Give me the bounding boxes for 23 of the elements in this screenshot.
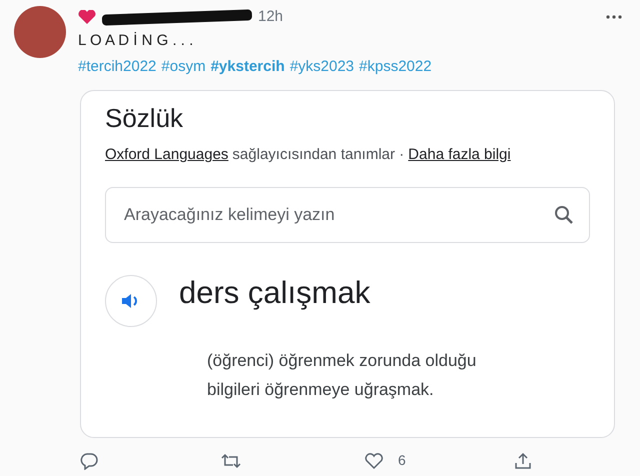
dictionary-word: ders çalışmak (179, 274, 370, 312)
word-definition: (öğrenci) öğrenmek zorunda olduğu bilgileri öğrenmeye uğraşmak. (207, 350, 478, 401)
hashtag-link[interactable]: #kpss2022 (359, 56, 432, 78)
like-count: 6 (398, 451, 406, 470)
tweet-text: L O A D İ N G . . . (78, 31, 194, 51)
card-title: Sözlük (105, 103, 184, 134)
retweet-icon[interactable] (220, 452, 242, 470)
source-text: sağlayıcısından tanımlar · (232, 145, 404, 166)
hashtag-link[interactable]: #osym (161, 56, 206, 78)
share-icon[interactable] (514, 452, 532, 470)
hashtag-link[interactable]: #tercih2022 (78, 56, 156, 78)
search-icon[interactable] (554, 204, 574, 225)
more-link[interactable]: Daha fazla bilgi (408, 144, 511, 167)
heart-icon[interactable] (364, 452, 384, 470)
avatar-placeholder[interactable] (14, 6, 66, 58)
hashtag-link[interactable]: #ykstercih (210, 56, 285, 78)
search-field[interactable]: Arayacağınız kelimeyi yazın (105, 186, 590, 243)
heart-icon (78, 10, 96, 24)
hashtag-link[interactable]: #yks2023 (290, 56, 354, 78)
tweet-time[interactable]: 12h (258, 6, 284, 28)
more-icon[interactable] (606, 15, 622, 19)
source-link[interactable]: Oxford Languages (105, 144, 228, 167)
reply-icon[interactable] (80, 452, 98, 470)
